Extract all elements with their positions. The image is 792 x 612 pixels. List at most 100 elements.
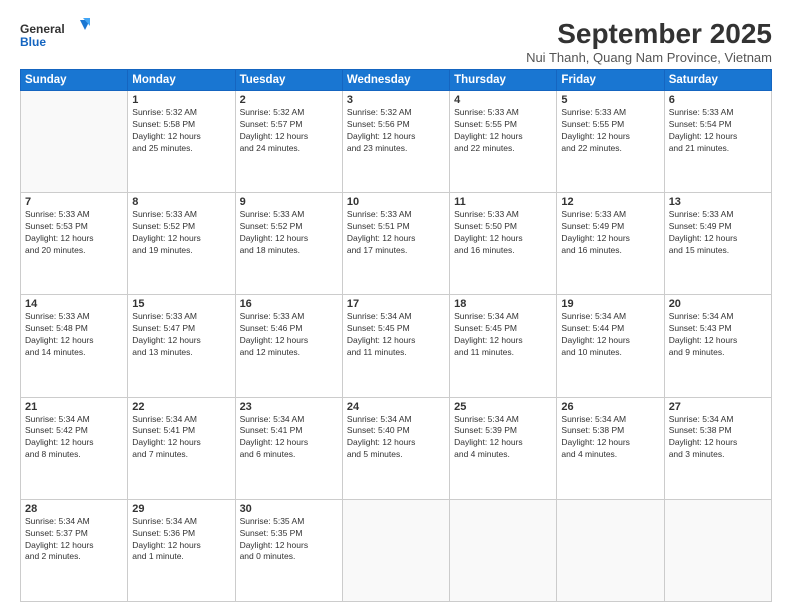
cell-w2-d1: 15Sunrise: 5:33 AM Sunset: 5:47 PM Dayli…: [128, 295, 235, 397]
day-info: Sunrise: 5:34 AM Sunset: 5:44 PM Dayligh…: [561, 311, 659, 359]
day-number: 25: [454, 401, 552, 413]
day-info: Sunrise: 5:34 AM Sunset: 5:37 PM Dayligh…: [25, 516, 123, 564]
cell-w0-d4: 4Sunrise: 5:33 AM Sunset: 5:55 PM Daylig…: [450, 91, 557, 193]
logo: General Blue: [20, 18, 90, 54]
cell-w0-d6: 6Sunrise: 5:33 AM Sunset: 5:54 PM Daylig…: [664, 91, 771, 193]
cell-w4-d6: [664, 499, 771, 601]
day-info: Sunrise: 5:33 AM Sunset: 5:47 PM Dayligh…: [132, 311, 230, 359]
week-row-0: 1Sunrise: 5:32 AM Sunset: 5:58 PM Daylig…: [21, 91, 772, 193]
cell-w2-d4: 18Sunrise: 5:34 AM Sunset: 5:45 PM Dayli…: [450, 295, 557, 397]
day-info: Sunrise: 5:33 AM Sunset: 5:51 PM Dayligh…: [347, 209, 445, 257]
col-thursday: Thursday: [450, 70, 557, 91]
cell-w2-d5: 19Sunrise: 5:34 AM Sunset: 5:44 PM Dayli…: [557, 295, 664, 397]
day-info: Sunrise: 5:34 AM Sunset: 5:38 PM Dayligh…: [561, 414, 659, 462]
day-info: Sunrise: 5:34 AM Sunset: 5:45 PM Dayligh…: [347, 311, 445, 359]
day-number: 24: [347, 401, 445, 413]
cell-w1-d0: 7Sunrise: 5:33 AM Sunset: 5:53 PM Daylig…: [21, 193, 128, 295]
day-info: Sunrise: 5:34 AM Sunset: 5:41 PM Dayligh…: [240, 414, 338, 462]
day-number: 28: [25, 503, 123, 515]
cell-w3-d5: 26Sunrise: 5:34 AM Sunset: 5:38 PM Dayli…: [557, 397, 664, 499]
day-info: Sunrise: 5:34 AM Sunset: 5:38 PM Dayligh…: [669, 414, 767, 462]
day-info: Sunrise: 5:32 AM Sunset: 5:57 PM Dayligh…: [240, 107, 338, 155]
svg-text:General: General: [20, 22, 65, 36]
day-number: 5: [561, 94, 659, 106]
day-number: 18: [454, 298, 552, 310]
day-number: 23: [240, 401, 338, 413]
day-info: Sunrise: 5:34 AM Sunset: 5:39 PM Dayligh…: [454, 414, 552, 462]
day-info: Sunrise: 5:33 AM Sunset: 5:55 PM Dayligh…: [454, 107, 552, 155]
page: General Blue September 2025 Nui Thanh, Q…: [0, 0, 792, 612]
col-saturday: Saturday: [664, 70, 771, 91]
day-info: Sunrise: 5:33 AM Sunset: 5:54 PM Dayligh…: [669, 107, 767, 155]
day-number: 22: [132, 401, 230, 413]
day-number: 26: [561, 401, 659, 413]
col-monday: Monday: [128, 70, 235, 91]
day-number: 8: [132, 196, 230, 208]
day-number: 14: [25, 298, 123, 310]
day-number: 15: [132, 298, 230, 310]
cell-w4-d2: 30Sunrise: 5:35 AM Sunset: 5:35 PM Dayli…: [235, 499, 342, 601]
day-number: 7: [25, 196, 123, 208]
cell-w1-d3: 10Sunrise: 5:33 AM Sunset: 5:51 PM Dayli…: [342, 193, 449, 295]
day-info: Sunrise: 5:34 AM Sunset: 5:43 PM Dayligh…: [669, 311, 767, 359]
day-number: 3: [347, 94, 445, 106]
cell-w0-d1: 1Sunrise: 5:32 AM Sunset: 5:58 PM Daylig…: [128, 91, 235, 193]
cell-w2-d0: 14Sunrise: 5:33 AM Sunset: 5:48 PM Dayli…: [21, 295, 128, 397]
day-info: Sunrise: 5:33 AM Sunset: 5:46 PM Dayligh…: [240, 311, 338, 359]
day-number: 12: [561, 196, 659, 208]
cell-w1-d6: 13Sunrise: 5:33 AM Sunset: 5:49 PM Dayli…: [664, 193, 771, 295]
cell-w1-d2: 9Sunrise: 5:33 AM Sunset: 5:52 PM Daylig…: [235, 193, 342, 295]
day-number: 13: [669, 196, 767, 208]
header-row: Sunday Monday Tuesday Wednesday Thursday…: [21, 70, 772, 91]
day-info: Sunrise: 5:34 AM Sunset: 5:40 PM Dayligh…: [347, 414, 445, 462]
day-info: Sunrise: 5:33 AM Sunset: 5:49 PM Dayligh…: [669, 209, 767, 257]
cell-w4-d3: [342, 499, 449, 601]
cell-w0-d3: 3Sunrise: 5:32 AM Sunset: 5:56 PM Daylig…: [342, 91, 449, 193]
day-number: 2: [240, 94, 338, 106]
day-info: Sunrise: 5:33 AM Sunset: 5:48 PM Dayligh…: [25, 311, 123, 359]
cell-w2-d6: 20Sunrise: 5:34 AM Sunset: 5:43 PM Dayli…: [664, 295, 771, 397]
day-info: Sunrise: 5:33 AM Sunset: 5:52 PM Dayligh…: [132, 209, 230, 257]
cell-w0-d5: 5Sunrise: 5:33 AM Sunset: 5:55 PM Daylig…: [557, 91, 664, 193]
cell-w2-d2: 16Sunrise: 5:33 AM Sunset: 5:46 PM Dayli…: [235, 295, 342, 397]
cell-w1-d5: 12Sunrise: 5:33 AM Sunset: 5:49 PM Dayli…: [557, 193, 664, 295]
cell-w4-d4: [450, 499, 557, 601]
week-row-1: 7Sunrise: 5:33 AM Sunset: 5:53 PM Daylig…: [21, 193, 772, 295]
logo-svg: General Blue: [20, 18, 90, 54]
cell-w3-d6: 27Sunrise: 5:34 AM Sunset: 5:38 PM Dayli…: [664, 397, 771, 499]
day-number: 30: [240, 503, 338, 515]
day-number: 10: [347, 196, 445, 208]
day-number: 17: [347, 298, 445, 310]
day-info: Sunrise: 5:33 AM Sunset: 5:53 PM Dayligh…: [25, 209, 123, 257]
day-info: Sunrise: 5:35 AM Sunset: 5:35 PM Dayligh…: [240, 516, 338, 564]
day-number: 29: [132, 503, 230, 515]
day-number: 16: [240, 298, 338, 310]
calendar-table: Sunday Monday Tuesday Wednesday Thursday…: [20, 69, 772, 602]
day-number: 1: [132, 94, 230, 106]
col-tuesday: Tuesday: [235, 70, 342, 91]
day-info: Sunrise: 5:33 AM Sunset: 5:49 PM Dayligh…: [561, 209, 659, 257]
week-row-2: 14Sunrise: 5:33 AM Sunset: 5:48 PM Dayli…: [21, 295, 772, 397]
day-number: 27: [669, 401, 767, 413]
cell-w1-d4: 11Sunrise: 5:33 AM Sunset: 5:50 PM Dayli…: [450, 193, 557, 295]
day-number: 21: [25, 401, 123, 413]
day-info: Sunrise: 5:34 AM Sunset: 5:41 PM Dayligh…: [132, 414, 230, 462]
day-number: 11: [454, 196, 552, 208]
day-info: Sunrise: 5:33 AM Sunset: 5:55 PM Dayligh…: [561, 107, 659, 155]
cell-w2-d3: 17Sunrise: 5:34 AM Sunset: 5:45 PM Dayli…: [342, 295, 449, 397]
cell-w1-d1: 8Sunrise: 5:33 AM Sunset: 5:52 PM Daylig…: [128, 193, 235, 295]
cell-w0-d2: 2Sunrise: 5:32 AM Sunset: 5:57 PM Daylig…: [235, 91, 342, 193]
day-info: Sunrise: 5:34 AM Sunset: 5:45 PM Dayligh…: [454, 311, 552, 359]
cell-w3-d3: 24Sunrise: 5:34 AM Sunset: 5:40 PM Dayli…: [342, 397, 449, 499]
cell-w3-d4: 25Sunrise: 5:34 AM Sunset: 5:39 PM Dayli…: [450, 397, 557, 499]
day-number: 19: [561, 298, 659, 310]
col-sunday: Sunday: [21, 70, 128, 91]
day-info: Sunrise: 5:32 AM Sunset: 5:58 PM Dayligh…: [132, 107, 230, 155]
cell-w4-d1: 29Sunrise: 5:34 AM Sunset: 5:36 PM Dayli…: [128, 499, 235, 601]
col-wednesday: Wednesday: [342, 70, 449, 91]
cell-w4-d0: 28Sunrise: 5:34 AM Sunset: 5:37 PM Dayli…: [21, 499, 128, 601]
day-info: Sunrise: 5:34 AM Sunset: 5:36 PM Dayligh…: [132, 516, 230, 564]
day-info: Sunrise: 5:34 AM Sunset: 5:42 PM Dayligh…: [25, 414, 123, 462]
week-row-3: 21Sunrise: 5:34 AM Sunset: 5:42 PM Dayli…: [21, 397, 772, 499]
title-block: September 2025 Nui Thanh, Quang Nam Prov…: [526, 18, 772, 65]
